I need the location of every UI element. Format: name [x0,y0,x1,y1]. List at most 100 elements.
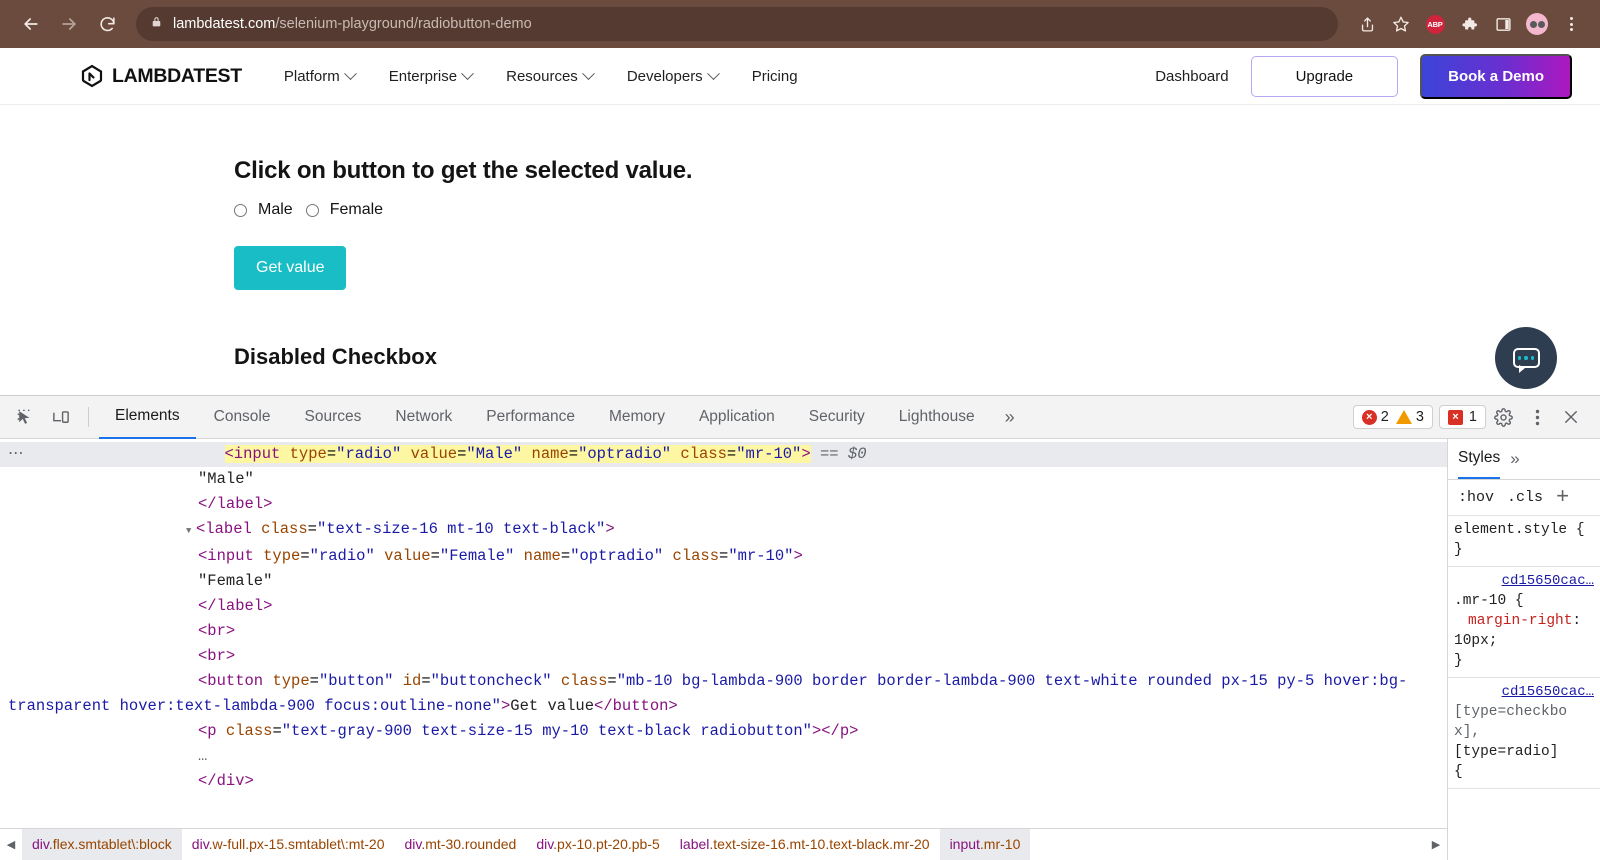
dom-line-content: <input type="radio" value="Male" name="o… [225,445,867,463]
avatar-icon[interactable] [1522,9,1552,39]
element-style-close: } [1454,540,1594,560]
breadcrumb-tag: div [536,836,553,852]
nav-item-developers[interactable]: Developers [627,68,718,85]
gear-icon[interactable] [1486,402,1520,432]
radio-option-female[interactable]: Female [306,201,383,219]
line-br-2[interactable]: <br> [0,644,1447,669]
css-rule-mr-10[interactable]: cd15650cac… .mr-10 { margin-right: 10px;… [1448,567,1600,678]
get-value-button[interactable]: Get value [234,246,346,290]
page-title: Click on button to get the selected valu… [234,157,1600,185]
new-style-rule-button[interactable]: + [1556,487,1569,509]
side-panel-icon[interactable] [1488,9,1518,39]
issues-counter[interactable]: × 1 [1439,405,1486,429]
line-close-label-2[interactable]: </label> [0,594,1447,619]
stylesheet-source-link[interactable]: cd15650cac… [1454,682,1594,702]
address-bar[interactable]: lambdatest.com/selenium-playground/radio… [136,7,1338,41]
chat-widget-button[interactable] [1495,327,1557,389]
dom-line-content: "Female" [198,572,272,590]
breadcrumb-tag: div [32,836,49,852]
devtools-panel: Elements Console Sources Network Perform… [0,395,1600,860]
styles-more-tabs-icon[interactable]: » [1510,449,1519,469]
css-rule-close: } [1454,651,1594,671]
dom-line-content: "Male" [198,470,254,488]
breadcrumb-item-label[interactable]: label.text-size-16.mt-10.text-black.mr-2… [670,829,940,860]
breadcrumb-tag: input [950,836,980,852]
line-input-male[interactable]: ⋯ <input type="radio" value="Male" name="… [0,442,1447,467]
three-dot-menu-icon[interactable] [1556,9,1586,39]
element-style-block[interactable]: element.style { } [1448,516,1600,567]
tab-console[interactable]: Console [198,396,287,438]
navbar-actions: Dashboard Upgrade Book a Demo [1155,54,1572,99]
line-close-label-1[interactable]: </label> [0,492,1447,517]
breadcrumb-item-div[interactable]: div.w-full.px-15.smtablet\:mt-20 [182,829,395,860]
nav-item-platform[interactable]: Platform [284,68,355,85]
radio-label: Male [258,201,293,219]
stylesheet-source-link[interactable]: cd15650cac… [1454,571,1594,591]
tab-application[interactable]: Application [683,396,791,438]
tab-styles[interactable]: Styles [1458,439,1500,479]
puzzle-icon[interactable] [1454,9,1484,39]
line-text-female[interactable]: "Female" [0,569,1447,594]
line-button[interactable]: <button type="button" id="buttoncheck" c… [0,669,1447,719]
breadcrumb-tag: div [192,836,209,852]
nav-item-enterprise[interactable]: Enterprise [389,68,472,85]
breadcrumb-scroll-left-icon[interactable]: ◀ [0,838,22,851]
close-icon[interactable] [1554,402,1588,432]
tab-elements[interactable]: Elements [99,395,196,439]
console-counters[interactable]: × 2 3 [1353,405,1433,429]
device-toolbar-icon[interactable] [44,402,78,432]
line-text-male[interactable]: "Male" [0,467,1447,492]
breadcrumb-item-div[interactable]: div.mt-30.rounded [395,829,527,860]
line-dots[interactable]: … [0,744,1447,769]
line-close-div[interactable]: </div> [0,769,1447,794]
book-a-demo-button[interactable]: Book a Demo [1420,54,1572,99]
lock-icon [150,15,163,33]
radio-option-male[interactable]: Male [234,201,293,219]
tab-sources[interactable]: Sources [289,396,378,438]
breadcrumb-item-input[interactable]: input.mr-10 [940,829,1031,860]
class-toggle[interactable]: .cls [1507,489,1543,506]
breadcrumb-scroll-right-icon[interactable]: ▶ [1425,838,1447,851]
dom-row-menu-icon[interactable]: ⋯ [8,445,25,463]
forward-arrow-icon[interactable] [52,7,86,41]
inspect-element-icon[interactable] [8,402,42,432]
tab-security[interactable]: Security [793,396,881,438]
lambdatest-logo[interactable]: LAMBDATEST [80,63,242,89]
nav-item-pricing[interactable]: Pricing [752,68,798,85]
tab-network[interactable]: Network [379,396,468,438]
dom-tree[interactable]: ⋯ <input type="radio" value="Male" name="… [0,439,1447,828]
dashboard-link[interactable]: Dashboard [1155,68,1228,85]
breadcrumb[interactable]: ◀ div.flex.smtablet\:blockdiv.w-full.px-… [0,828,1447,860]
upgrade-button[interactable]: Upgrade [1251,56,1399,97]
element-style-selector: element.style { [1454,520,1594,540]
share-icon[interactable] [1352,9,1382,39]
more-tabs-icon[interactable]: » [993,407,1027,428]
star-icon[interactable] [1386,9,1416,39]
tab-performance[interactable]: Performance [470,396,591,438]
css-declaration[interactable]: margin-right: 10px; [1454,611,1594,651]
line-input-female[interactable]: <input type="radio" value="Female" name=… [0,544,1447,569]
browser-toolbar: lambdatest.com/selenium-playground/radio… [0,0,1600,48]
abp-extension-icon[interactable]: ABP [1420,9,1450,39]
line-label-female[interactable]: <label class="text-size-16 mt-10 text-bl… [0,517,1447,544]
tab-lighthouse[interactable]: Lighthouse [883,396,991,438]
dom-line-content: <input type="radio" value="Female" name=… [198,547,803,565]
line-p[interactable]: <p class="text-gray-900 text-size-15 my-… [0,719,1447,744]
breadcrumb-item-div[interactable]: div.px-10.pt-20.pb-5 [526,829,669,860]
back-arrow-icon[interactable] [14,7,48,41]
line-br-1[interactable]: <br> [0,619,1447,644]
reload-icon[interactable] [90,7,124,41]
radio-button-icon[interactable] [306,204,319,217]
nav-item-resources[interactable]: Resources [506,68,593,85]
breadcrumb-item-div[interactable]: div.flex.smtablet\:block [22,829,182,860]
site-navbar: LAMBDATEST Platform Enterprise Resources… [0,48,1600,105]
error-count: 2 [1381,409,1389,425]
three-dot-menu-icon[interactable] [1520,402,1554,432]
css-rule-type-radio[interactable]: cd15650cac… [type=checkbo x], [type=radi… [1448,678,1600,789]
chat-bubble-icon [1513,348,1540,368]
tab-memory[interactable]: Memory [593,396,681,438]
dom-line-content: … [198,747,208,765]
radio-button-icon[interactable] [234,204,247,217]
styles-pane: Styles » :hov .cls + element.style { } c… [1448,439,1600,860]
hover-state-toggle[interactable]: :hov [1458,489,1494,506]
